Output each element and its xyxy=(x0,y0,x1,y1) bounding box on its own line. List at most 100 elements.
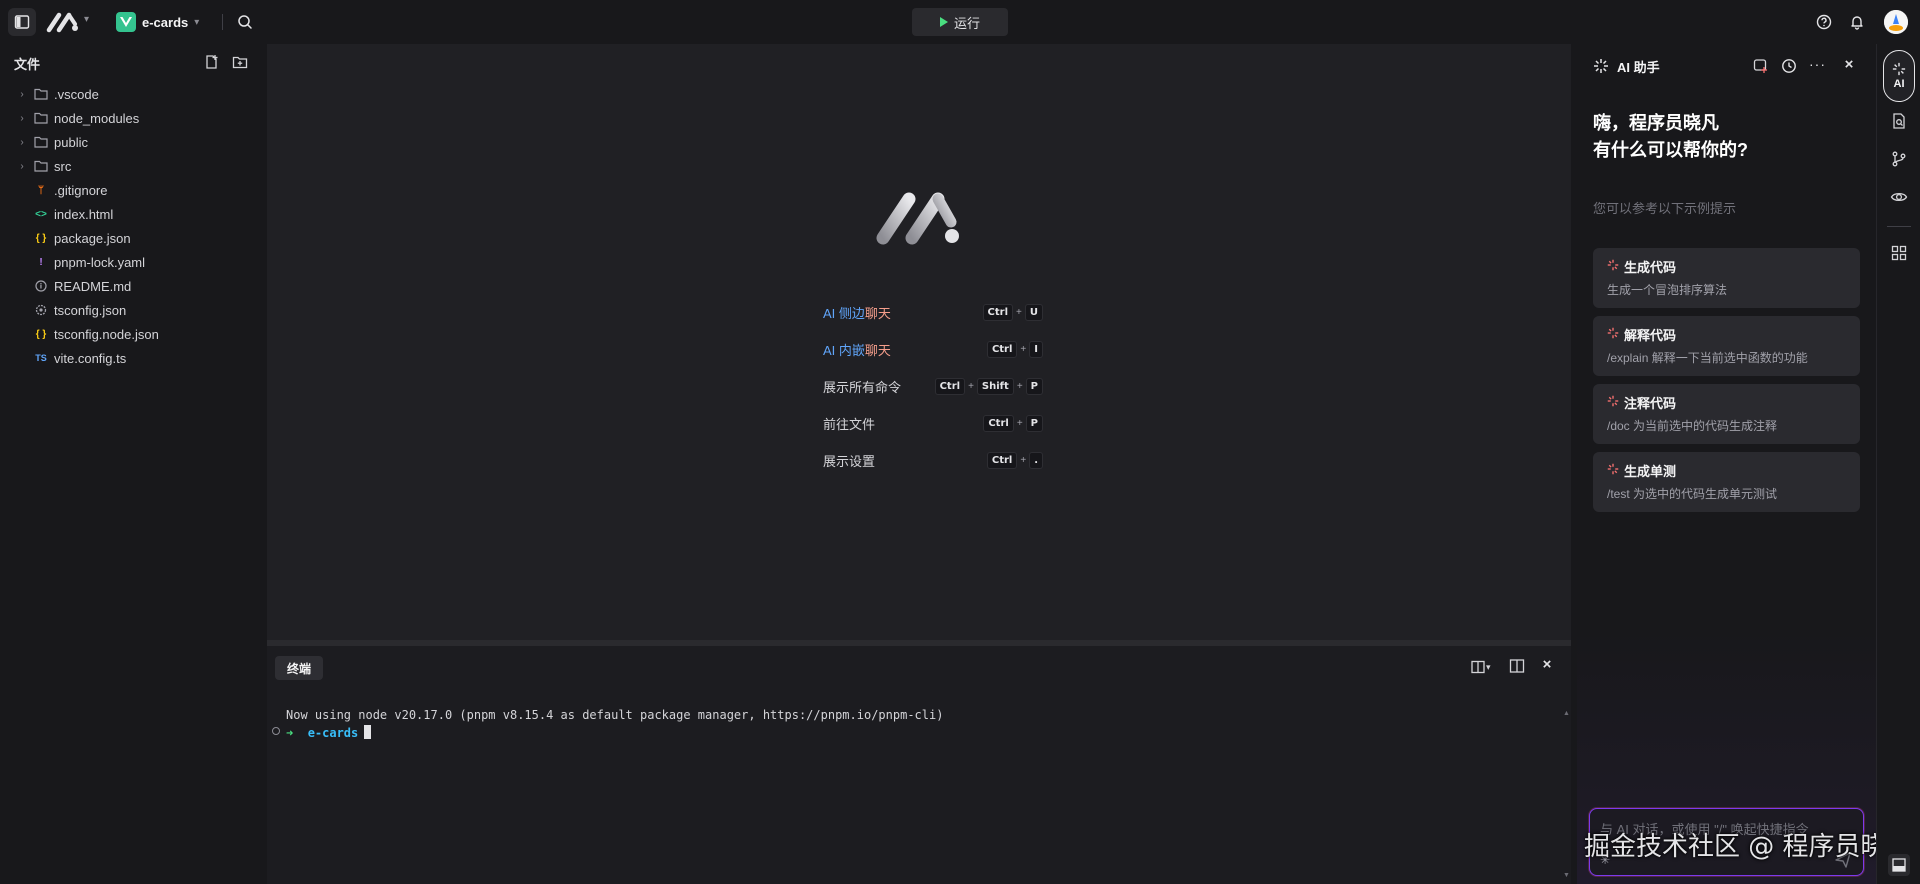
scroll-up-icon[interactable]: ▲ xyxy=(1563,710,1570,717)
chevron-down-icon: ▾ xyxy=(1486,661,1491,672)
shortcut-row[interactable]: AI 侧边聊天 Ctrl + U xyxy=(823,294,1043,331)
chevron-right-icon: › xyxy=(20,160,24,172)
shortcut-row[interactable]: AI 内嵌聊天 Ctrl + I xyxy=(823,331,1043,368)
tree-item-label: node_modules xyxy=(54,110,140,126)
suggestion-title-text: 注释代码 xyxy=(1624,395,1677,411)
tree-item-label: src xyxy=(54,158,72,174)
key-cap: U xyxy=(1024,304,1043,321)
folder-icon xyxy=(34,87,48,101)
new-file-icon xyxy=(206,55,218,69)
ai-label: AI xyxy=(1893,78,1905,90)
new-chat-button[interactable] xyxy=(1753,58,1769,74)
tree-folder[interactable]: › .vscode xyxy=(0,82,266,106)
sparkle-icon xyxy=(1607,259,1619,274)
help-icon xyxy=(1816,14,1832,30)
shortcut-keys: Ctrl + U xyxy=(982,304,1043,321)
toggle-panel-button[interactable] xyxy=(1888,854,1910,876)
key-separator: + xyxy=(968,381,974,392)
help-button[interactable] xyxy=(1814,12,1834,32)
tree-item-label: README.md xyxy=(54,278,132,294)
tree-item-label: vite.config.ts xyxy=(54,350,127,366)
tree-folder[interactable]: › public xyxy=(0,130,266,154)
shortcut-text: 展示设置 xyxy=(823,454,876,469)
shortcut-row[interactable]: 展示所有命令 Ctrl + Shift + P xyxy=(823,368,1043,405)
file-search-button[interactable] xyxy=(1890,112,1908,130)
suggestion-title-text: 生成代码 xyxy=(1624,259,1677,275)
history-icon xyxy=(1782,59,1796,73)
scroll-down-icon[interactable]: ▼ xyxy=(1563,872,1570,879)
project-selector[interactable]: e-cards ▾ xyxy=(116,10,199,34)
search-icon xyxy=(238,15,252,29)
terminal-output[interactable]: Now using node v20.17.0 (pnpm v8.15.4 as… xyxy=(286,708,943,742)
tree-item-label: .vscode xyxy=(54,86,99,102)
shortcut-label: 展示设置 xyxy=(823,451,875,470)
tree-file[interactable]: { } package.json xyxy=(0,226,266,250)
close-icon[interactable]: × xyxy=(1539,657,1555,673)
yaml-icon: ! xyxy=(39,256,43,268)
git-icon: ᛘ xyxy=(38,184,44,196)
marscode-logo[interactable] xyxy=(46,10,82,34)
prompt-suggestion-card[interactable]: 生成代码 生成一个冒泡排序算法 xyxy=(1593,248,1860,308)
extensions-button[interactable] xyxy=(1890,244,1908,262)
tab-terminal[interactable]: 终端 xyxy=(275,656,324,680)
ai-panel-header: AI 助手 ··· × xyxy=(1577,44,1876,88)
avatar[interactable] xyxy=(1884,10,1908,34)
suggestion-title: 解释代码 xyxy=(1607,325,1846,343)
terminal-cursor xyxy=(364,725,372,739)
project-name: e-cards xyxy=(142,14,189,30)
chevron-down-icon[interactable]: ▾ xyxy=(84,14,96,30)
tree-file[interactable]: i README.md xyxy=(0,274,266,298)
suggestion-title: 生成单测 xyxy=(1607,461,1846,479)
sidebar-layout-icon xyxy=(14,15,30,29)
tree-item-label: package.json xyxy=(54,230,131,246)
folder-icon xyxy=(34,159,48,173)
tree-file[interactable]: <> index.html xyxy=(0,202,266,226)
history-button[interactable] xyxy=(1781,58,1797,74)
key-separator: + xyxy=(1016,418,1023,429)
prompt-suggestion-card[interactable]: 解释代码/explain 解释一下当前选中函数的功能 xyxy=(1593,316,1860,376)
source-control-button[interactable] xyxy=(1890,150,1908,168)
search-button[interactable] xyxy=(234,11,256,33)
sparkle-icon xyxy=(1607,327,1619,342)
tree-file[interactable]: TS vite.config.ts xyxy=(0,346,266,370)
prompt-suggestion-card[interactable]: 注释代码/doc 为当前选中的代码生成注释 xyxy=(1593,384,1860,444)
terminal-line: Now using node v20.17.0 (pnpm v8.15.4 as… xyxy=(286,708,944,722)
notifications-button[interactable] xyxy=(1847,12,1867,32)
shortcut-row[interactable]: 前往文件 Ctrl + P xyxy=(823,405,1043,442)
shortcut-prefix: AI xyxy=(823,343,839,358)
key-cap: P xyxy=(1025,378,1043,395)
tree-file[interactable]: tsconfig.json xyxy=(0,298,266,322)
tree-file[interactable]: ! pnpm-lock.yaml xyxy=(0,250,266,274)
key-cap: Ctrl xyxy=(982,304,1014,321)
shortcut-label: AI 内嵌聊天 xyxy=(823,340,891,359)
close-icon[interactable]: × xyxy=(1841,56,1857,74)
run-button[interactable]: 运行 xyxy=(912,8,1008,36)
new-folder-button[interactable] xyxy=(232,54,248,70)
suggestion-title-text: 生成单测 xyxy=(1624,463,1677,479)
right-activity-bar: AI xyxy=(1876,44,1920,884)
tree-item-label: public xyxy=(54,134,88,150)
shortcut-row[interactable]: 展示设置 Ctrl +. xyxy=(823,442,1043,479)
preview-button[interactable] xyxy=(1890,188,1908,206)
tree-folder[interactable]: › node_modules xyxy=(0,106,266,130)
vue-icon xyxy=(116,12,136,32)
new-file-button[interactable] xyxy=(204,54,220,70)
chevron-down-icon: ▾ xyxy=(194,16,200,28)
prompt-suggestion-card[interactable]: 生成单测/test 为选中的代码生成单元测试 xyxy=(1593,452,1860,512)
eye-icon xyxy=(1890,192,1908,202)
ai-hint: 您可以参考以下示例提示 xyxy=(1593,201,1737,216)
sidebar-toggle-button[interactable] xyxy=(8,8,36,36)
tree-file[interactable]: { } tsconfig.node.json xyxy=(0,322,266,346)
ai-assistant-toggle[interactable]: AI xyxy=(1883,50,1915,102)
split-terminal-button[interactable]: ▾ xyxy=(1471,658,1497,676)
key-cap: Ctrl xyxy=(986,341,1018,358)
more-options-icon[interactable]: ··· xyxy=(1809,56,1827,74)
maximize-panel-button[interactable] xyxy=(1509,658,1525,674)
tree-item-label: tsconfig.node.json xyxy=(54,326,159,342)
tree-file[interactable]: ᛘ .gitignore xyxy=(0,178,266,202)
key-cap: I xyxy=(1029,341,1043,358)
watermark: 掘金技术社区 @ 程序员晓凡 xyxy=(1584,832,1913,862)
git-branch-icon xyxy=(1892,151,1906,167)
tree-folder[interactable]: › src xyxy=(0,154,266,178)
shortcut-keys: Ctrl +. xyxy=(986,452,1043,469)
